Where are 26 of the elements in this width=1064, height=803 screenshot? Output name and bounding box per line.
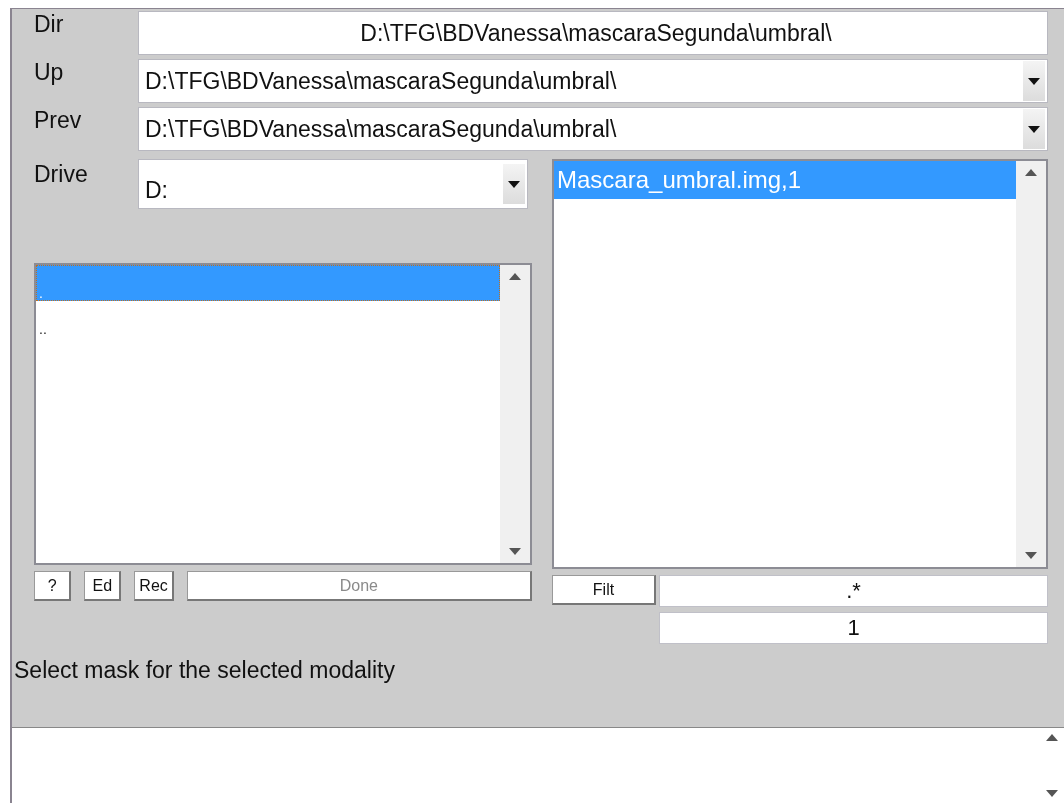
scroll-down-icon[interactable] [509,548,521,555]
field-label: Drive [33,160,89,188]
scroll-down-icon[interactable] [1025,552,1037,559]
filter-button[interactable]: Filt [552,575,656,605]
status-message: Select mask for the selected modality [13,656,396,685]
field-label: Prev [33,106,83,134]
filter-field[interactable]: .* [659,575,1048,607]
dialog-button[interactable]: Ed [84,571,122,601]
drive-dropdown[interactable]: D: [138,159,528,209]
dialog-button[interactable]: Rec [134,571,174,601]
dialog-button[interactable]: ? [34,571,72,601]
number-field[interactable]: 1 [659,612,1048,644]
field-label: Dir [33,10,65,38]
scroll-up-icon[interactable] [509,273,521,280]
scroll-up-icon[interactable] [1025,169,1037,176]
path-dropdown[interactable]: D:\TFG\BDVanessa\mascaraSegunda\umbral\ [138,107,1048,151]
dropdown-arrow-icon[interactable] [1028,77,1040,85]
field-label: Up [33,58,65,86]
scroll-up-icon[interactable] [1046,734,1058,741]
path-field[interactable]: D:\TFG\BDVanessa\mascaraSegunda\umbral\ [138,11,1048,55]
folder-list[interactable]: . .. [34,263,532,565]
dropdown-arrow-icon[interactable] [508,180,520,188]
path-dropdown[interactable]: D:\TFG\BDVanessa\mascaraSegunda\umbral\ [138,59,1048,103]
dropdown-arrow-icon[interactable] [1028,125,1040,133]
scroll-down-icon[interactable] [1046,790,1058,797]
folder-item[interactable]: .. [36,301,500,337]
